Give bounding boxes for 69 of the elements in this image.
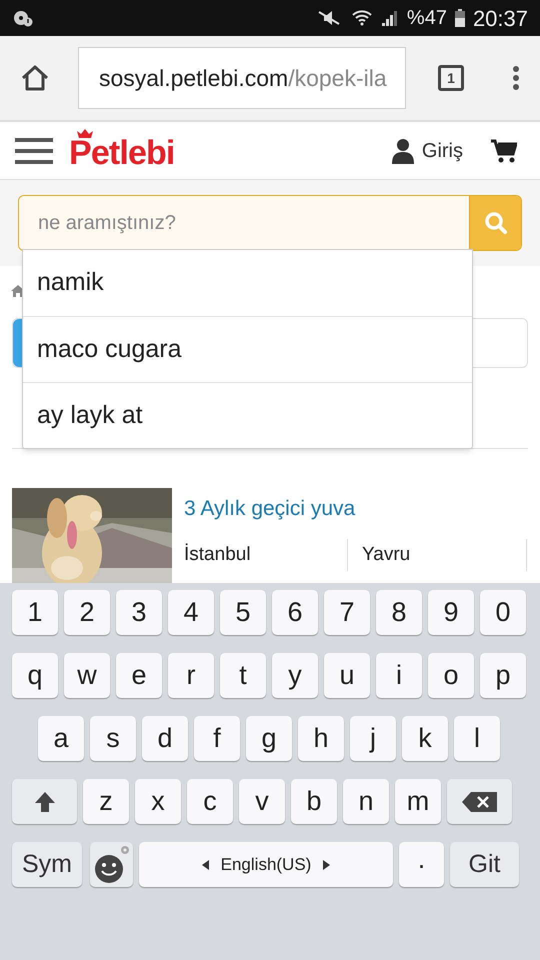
keyboard-key[interactable]: . [399,842,444,887]
keyboard-key[interactable]: 4 [168,590,214,635]
keyboard-key[interactable]: w [64,653,110,698]
listing-title-link[interactable]: 3 Aylık geçici yuva [184,493,356,524]
keyboard-key[interactable]: c [187,779,233,824]
keyboard-key[interactable]: n [343,779,389,824]
suggestion-item[interactable]: namik [23,250,472,316]
battery-percent: %47 [406,6,447,31]
keyboard-key[interactable]: 5 [220,590,266,635]
login-button[interactable]: Giriş [392,136,463,166]
keyboard-key[interactable]: q [12,653,58,698]
keyboard-key[interactable]: 7 [324,590,370,635]
keyboard-key[interactable]: h [298,716,344,761]
keyboard-key[interactable]: f [194,716,240,761]
menu-button[interactable] [512,65,520,91]
keyboard-key[interactable]: u [324,653,370,698]
listing-age: Yavru [362,539,527,571]
keyboard-key[interactable]: o [428,653,474,698]
keyboard-key[interactable]: l [454,716,500,761]
address-bar[interactable]: sosyal.petlebi.com/kopek-ila [78,47,406,109]
notification-icon [12,8,34,28]
wifi-icon [350,8,373,28]
keyboard-key[interactable]: 9 [428,590,474,635]
right-arrow-icon [323,860,330,870]
keyboard-key[interactable]: b [291,779,337,824]
keyboard-key[interactable]: a [38,716,84,761]
battery-icon [454,9,465,27]
site-logo[interactable]: Petlebi [69,134,175,172]
space-key[interactable]: English(US) [139,842,393,887]
signal-icon [380,9,399,27]
keyboard-key[interactable]: 2 [64,590,110,635]
listing-city: İstanbul [184,539,348,571]
keyboard-key[interactable]: 3 [116,590,162,635]
keyboard-key[interactable]: 0 [480,590,526,635]
keyboard-key[interactable]: x [135,779,181,824]
keyboard-key[interactable]: z [83,779,129,824]
keyboard-key[interactable]: e [116,653,162,698]
symbols-key[interactable]: Sym [12,842,82,887]
home-button[interactable] [20,64,50,92]
keyboard-key[interactable]: 8 [376,590,422,635]
keyboard-key[interactable]: k [402,716,448,761]
emoji-key[interactable] [90,842,133,887]
tab-count-button[interactable]: 1 [438,65,464,91]
crown-icon [77,129,93,138]
suggestion-item[interactable]: maco cugara [23,316,472,382]
cart-icon[interactable] [491,138,517,162]
keyboard-key[interactable]: j [350,716,396,761]
keyboard-key[interactable]: d [142,716,188,761]
backspace-icon [462,790,498,812]
keyboard-key[interactable]: 6 [272,590,318,635]
keyboard-key[interactable]: g [246,716,292,761]
keyboard-key[interactable]: m [395,779,441,824]
clock: 20:37 [472,4,528,32]
keyboard-key[interactable]: r [168,653,214,698]
keyboard-key[interactable]: s [90,716,136,761]
keyboard-key[interactable]: y [272,653,318,698]
keyboard-key[interactable]: v [239,779,285,824]
menu-icon[interactable] [15,138,53,164]
user-icon [392,138,414,164]
keyboard-key[interactable]: t [220,653,266,698]
backspace-key[interactable] [447,779,512,824]
keyboard-key[interactable]: 1 [12,590,58,635]
shift-icon [32,790,56,814]
shift-key[interactable] [12,779,77,824]
suggestion-item[interactable]: ay layk at [23,382,472,448]
go-key[interactable]: Git [450,842,519,887]
keyboard-key[interactable]: i [376,653,422,698]
left-arrow-icon [202,860,209,870]
keyboard-key[interactable]: p [480,653,526,698]
